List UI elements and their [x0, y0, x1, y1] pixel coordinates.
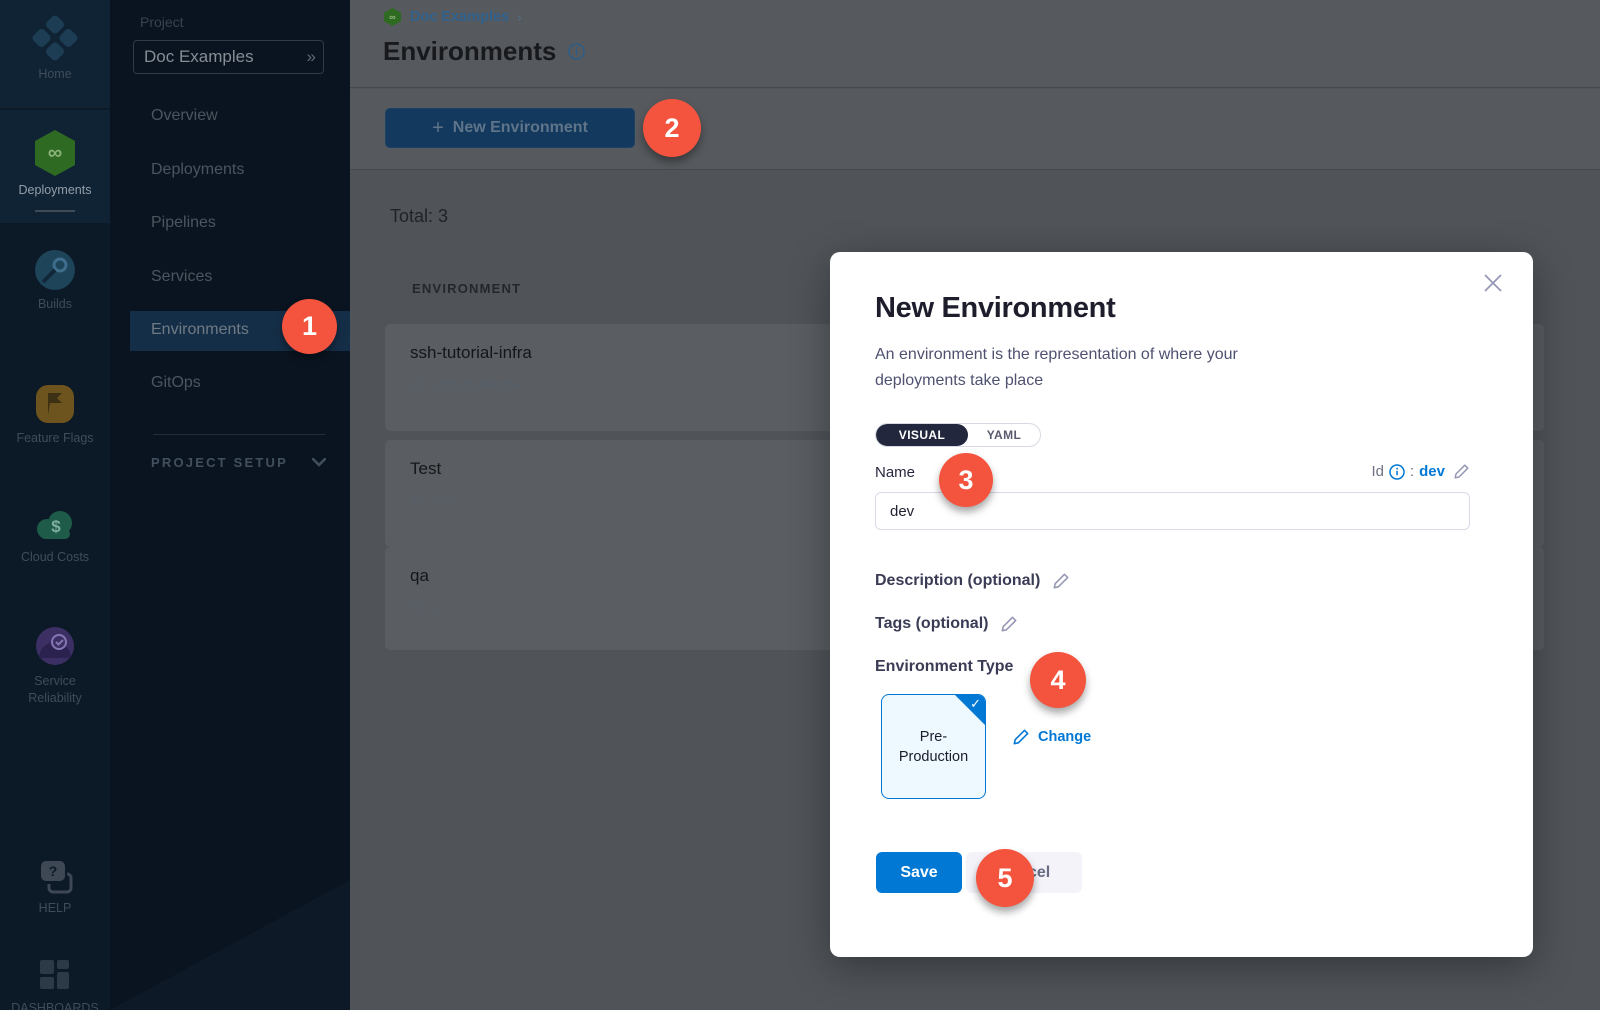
column-header-environment: ENVIRONMENT — [412, 281, 521, 296]
environment-type-field: Environment Type — [875, 658, 1013, 676]
environment-type-label: Environment Type — [875, 658, 1013, 676]
sidebar-divider — [153, 434, 325, 435]
sidebar-item-label: Environments — [151, 321, 249, 339]
sidebar-item-label: Cloud Costs — [0, 550, 110, 564]
close-icon[interactable] — [1480, 270, 1506, 296]
tab-visual[interactable]: VISUAL — [876, 424, 968, 446]
tab-yaml[interactable]: YAML — [968, 424, 1040, 446]
cloud-costs-icon: $ — [32, 505, 78, 545]
tags-label: Tags (optional) — [875, 615, 988, 633]
sidebar-item-label: Deployments — [0, 183, 110, 197]
sidebar-item-deployments-sub[interactable]: Deployments — [151, 161, 244, 179]
project-setup-label: PROJECT SETUP — [151, 455, 288, 470]
id-value-link[interactable]: dev — [1419, 463, 1445, 480]
deployments-icon: ∞ — [31, 128, 79, 178]
new-environment-button-label: New Environment — [453, 119, 588, 137]
sidebar-item-cloud-costs[interactable]: $ Cloud Costs — [0, 505, 110, 564]
environment-name: ssh-tutorial-infra — [410, 343, 532, 363]
total-count: Total: 3 — [390, 206, 448, 227]
environment-id: Id: qa — [410, 599, 445, 615]
environment-id: Id: sshtutorialinfra — [410, 376, 521, 392]
sidebar-item-feature-flags[interactable]: Feature Flags — [0, 382, 110, 445]
project-setup-toggle[interactable]: PROJECT SETUP — [151, 455, 326, 470]
edit-tags-pencil-icon[interactable] — [1000, 615, 1018, 633]
project-sidebar: Project Doc Examples » Overview Deployme… — [110, 0, 350, 1010]
save-button[interactable]: Save — [876, 852, 962, 893]
modal-title: New Environment — [875, 292, 1115, 325]
annotation-badge-1: 1 — [282, 299, 337, 354]
project-name: Doc Examples — [144, 47, 307, 67]
modal-description: An environment is the representation of … — [875, 342, 1305, 394]
change-link-label: Change — [1038, 729, 1091, 745]
edit-description-pencil-icon[interactable] — [1052, 572, 1070, 590]
description-label: Description (optional) — [875, 572, 1040, 590]
sidebar-item-builds[interactable]: Builds — [0, 248, 110, 311]
environment-type-value: Pre-Production — [891, 727, 977, 767]
check-icon: ✓ — [970, 696, 981, 712]
sidebar-item-label: Builds — [0, 297, 110, 311]
svg-text:?: ? — [49, 863, 58, 879]
edit-pencil-icon — [1012, 728, 1030, 746]
sidebar-item-gitops[interactable]: GitOps — [151, 374, 201, 392]
sidebar-item-label: Service Reliability — [8, 673, 102, 707]
builds-icon — [33, 248, 77, 292]
svg-text:∞: ∞ — [48, 142, 62, 164]
sidebar-item-label: Home — [0, 67, 110, 81]
sidebar-item-services[interactable]: Services — [151, 268, 212, 286]
tags-field: Tags (optional) — [875, 615, 1018, 633]
id-row: Id : dev — [1371, 463, 1470, 480]
sidebar-item-label: HELP — [0, 901, 110, 915]
plus-icon: + — [432, 117, 444, 140]
environment-type-card-pre-production[interactable]: Pre-Production ✓ — [881, 694, 986, 799]
new-environment-modal: New Environment An environment is the re… — [830, 252, 1533, 957]
chevron-down-icon — [312, 458, 326, 467]
home-icon — [31, 14, 79, 62]
name-field-label: Name — [875, 464, 915, 481]
visual-yaml-toggle: VISUAL YAML — [875, 423, 1041, 447]
sidebar-item-home[interactable]: Home — [0, 14, 110, 81]
edit-id-pencil-icon[interactable] — [1453, 463, 1470, 480]
id-label: Id — [1371, 463, 1384, 480]
deployments-module-icon: ∞ — [383, 7, 402, 27]
annotation-badge-4: 4 — [1030, 652, 1086, 708]
annotation-badge-3: 3 — [939, 453, 993, 507]
sidebar-item-label: DASHBOARDS — [0, 1001, 110, 1010]
sidebar-item-dashboards[interactable]: DASHBOARDS — [0, 956, 110, 1010]
change-environment-type-link[interactable]: Change — [1012, 728, 1091, 746]
info-icon[interactable] — [568, 43, 585, 60]
expand-project-icon[interactable]: » — [307, 47, 313, 67]
sidebar-item-service-reliability[interactable]: Service Reliability — [0, 625, 110, 707]
breadcrumb-separator: › — [517, 9, 522, 25]
sidebar-item-label: Feature Flags — [0, 431, 110, 445]
environment-id: Id: Test — [410, 492, 455, 508]
svg-text:$: $ — [51, 517, 61, 536]
breadcrumb-link[interactable]: Doc Examples — [410, 9, 509, 25]
new-environment-button[interactable]: + New Environment — [385, 108, 635, 148]
module-sidebar: Home ∞ Deployments Builds Feat — [0, 0, 110, 1010]
annotation-badge-2: 2 — [643, 99, 701, 157]
dashboards-icon — [35, 956, 75, 996]
sidebar-item-overview[interactable]: Overview — [151, 107, 218, 125]
breadcrumb: ∞ Doc Examples › — [383, 7, 522, 27]
environment-name: qa — [410, 566, 429, 586]
sidebar-decoration — [110, 880, 350, 1010]
environment-name: Test — [410, 459, 441, 479]
annotation-badge-5: 5 — [976, 849, 1034, 907]
project-label: Project — [140, 14, 184, 30]
feature-flags-icon — [33, 382, 77, 426]
active-module-underline — [35, 210, 75, 212]
help-icon: ? — [35, 858, 75, 896]
sidebar-item-deployments[interactable]: ∞ Deployments — [0, 128, 110, 197]
sidebar-item-help[interactable]: ? HELP — [0, 858, 110, 915]
service-reliability-icon — [34, 625, 76, 667]
svg-text:∞: ∞ — [389, 12, 396, 22]
description-field: Description (optional) — [875, 572, 1070, 590]
sidebar-item-pipelines[interactable]: Pipelines — [151, 214, 216, 232]
page-title: Environments — [383, 36, 556, 67]
project-selector[interactable]: Doc Examples » — [133, 40, 324, 74]
id-separator: : — [1410, 463, 1414, 480]
info-icon[interactable] — [1389, 464, 1405, 480]
